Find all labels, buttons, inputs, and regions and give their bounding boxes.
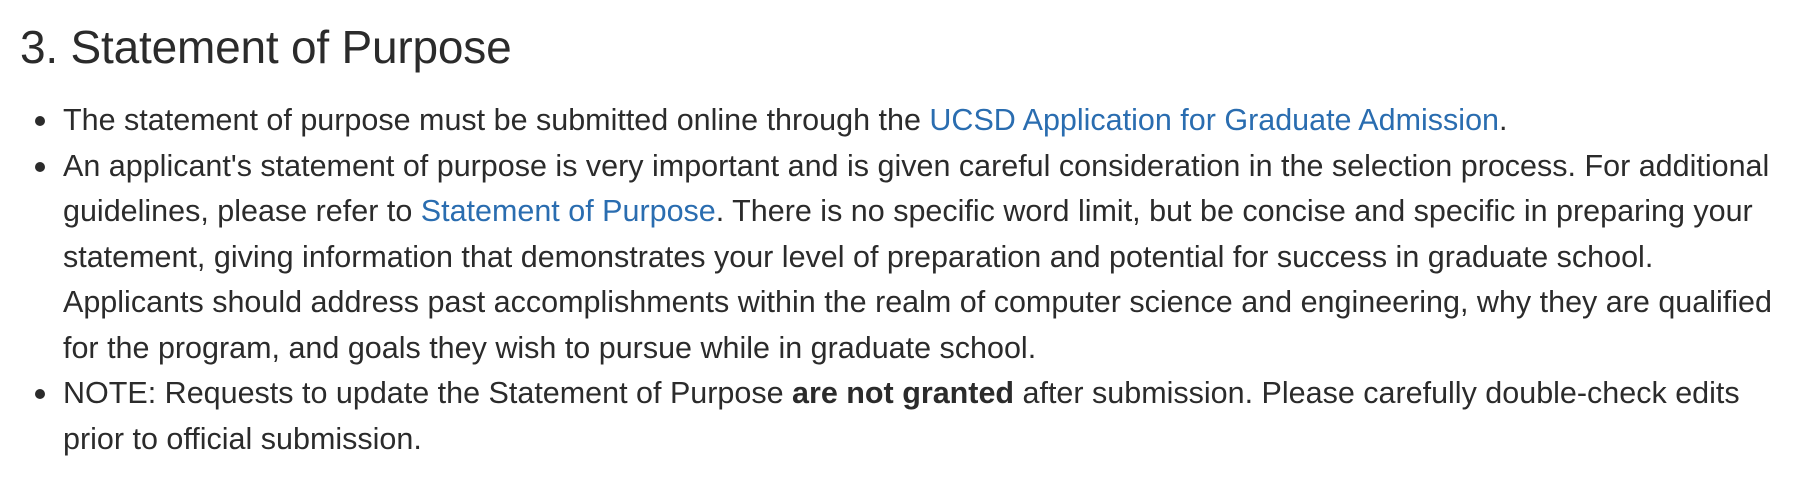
bullet-icon xyxy=(35,161,45,172)
list-item: NOTE: Requests to update the Statement o… xyxy=(35,371,1793,462)
statement-of-purpose-link[interactable]: Statement of Purpose xyxy=(421,194,716,228)
requirements-list: The statement of purpose must be submitt… xyxy=(20,98,1793,462)
list-item-text: The statement of purpose must be submitt… xyxy=(63,103,930,137)
emphasis-text: are not granted xyxy=(792,376,1015,410)
list-item: An applicant's statement of purpose is v… xyxy=(35,144,1793,372)
bullet-icon xyxy=(35,389,45,399)
ucsd-application-link[interactable]: UCSD Application for Graduate Admission xyxy=(929,103,1499,137)
section-heading: 3. Statement of Purpose xyxy=(20,21,512,73)
list-item-text: . xyxy=(1499,103,1508,137)
list-item-text: NOTE: Requests to update the Statement o… xyxy=(63,376,793,410)
bullet-icon xyxy=(35,116,45,126)
statement-of-purpose-section: 3. Statement of Purpose The statement of… xyxy=(0,0,1797,462)
list-item: The statement of purpose must be submitt… xyxy=(35,98,1793,144)
